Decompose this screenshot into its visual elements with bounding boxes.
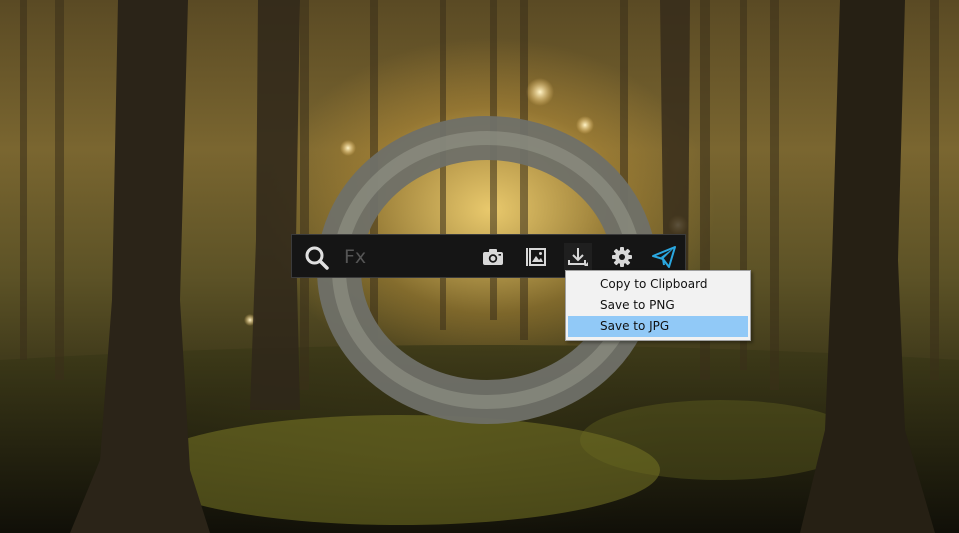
camera-icon (483, 249, 503, 265)
search-icon[interactable] (304, 245, 330, 271)
settings-button[interactable] (608, 243, 636, 271)
gallery-icon (526, 248, 546, 266)
gallery-button[interactable] (522, 243, 550, 271)
share-button[interactable] (650, 243, 678, 271)
menu-item-save-to-png[interactable]: Save to PNG (568, 295, 748, 316)
menu-item-copy-to-clipboard[interactable]: Copy to Clipboard (568, 274, 748, 295)
command-input[interactable] (344, 244, 464, 270)
desktop-wallpaper: Copy to Clipboard Save to PNG Save to JP… (0, 0, 959, 533)
send-icon (652, 246, 676, 268)
save-button[interactable] (564, 243, 592, 271)
gear-icon (612, 247, 632, 267)
screenshot-button[interactable] (479, 243, 507, 271)
menu-item-save-to-jpg[interactable]: Save to JPG (568, 316, 748, 337)
save-menu: Copy to Clipboard Save to PNG Save to JP… (565, 270, 751, 341)
download-icon (568, 248, 588, 266)
